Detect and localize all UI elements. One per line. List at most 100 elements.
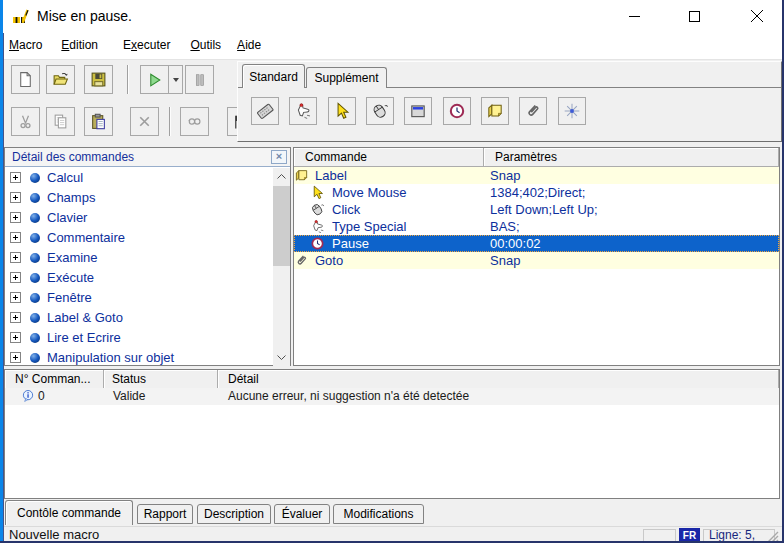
mouse-icon [371,102,389,120]
play-icon[interactable] [141,66,168,93]
column-header-parametres[interactable]: Paramètres [484,148,779,167]
column-header-status[interactable]: Status [104,370,218,389]
menubar: Macro Edition Executer Outils Aide [3,32,782,59]
menu-outils[interactable]: Outils [190,32,221,58]
label-note-icon [486,102,504,120]
copy-button[interactable] [46,107,75,136]
validation-panel: N° Comman... Status Détail 0ValideAucune… [4,369,780,499]
paperclip-icon [294,253,309,271]
run-dropdown-button[interactable] [168,66,182,93]
column-header-detail[interactable]: Détail [218,370,779,389]
scroll-down-arrow[interactable] [273,349,290,366]
column-header-num[interactable]: N° Comman... [5,370,104,389]
close-button[interactable] [734,0,780,32]
menu-aide[interactable]: Aide [237,32,261,58]
tree-item[interactable]: Examine [5,248,273,268]
menu-edition[interactable]: Edition [61,32,98,58]
tree-item[interactable]: Calcul [5,168,273,188]
open-folder-icon [52,71,69,88]
panel-close-button[interactable]: × [271,150,287,164]
command-row[interactable]: LabelSnap [294,167,779,184]
command-row[interactable]: Move Mouse1384;402;Direct; [294,184,779,201]
toolbar-separator [169,107,171,136]
open-macro-button[interactable] [46,65,75,94]
cursor-arrow-icon [333,102,351,120]
expand-icon[interactable] [10,292,21,303]
bullet-icon [30,273,40,283]
click-button[interactable] [366,97,394,125]
expand-icon[interactable] [10,312,21,323]
info-icon [21,389,35,406]
command-row[interactable]: ClickLeft Down;Left Up; [294,201,779,218]
bullet-icon [30,353,40,363]
type-special-button[interactable] [289,97,317,125]
copy-pages-icon [52,113,69,130]
expand-icon[interactable] [10,252,21,263]
label-cmd-button[interactable] [481,97,509,125]
expand-icon[interactable] [10,192,21,203]
command-row[interactable]: GotoSnap [294,252,779,269]
bottom-tab-rapport[interactable]: Rapport [137,504,193,524]
new-macro-button[interactable] [11,65,40,94]
run-macro-button[interactable] [140,65,183,94]
command-row[interactable]: Type SpecialBAS; [294,218,779,235]
tree-item[interactable]: Lire et Ecrire [5,328,273,348]
window-cmd-button[interactable] [404,97,432,125]
scroll-up-arrow[interactable] [273,168,290,185]
app-icon [13,8,31,24]
panel-title: Détail des commandes [12,150,134,164]
tree-item[interactable]: Champs [5,188,273,208]
toolbar-separator [127,65,129,94]
expand-icon[interactable] [10,172,21,183]
tab-standard[interactable]: Standard [242,64,305,88]
command-row[interactable]: Pause00:00:02 [294,235,779,252]
column-header-commande[interactable]: Commande [294,148,484,167]
type-hand-icon [294,102,312,120]
bottom-tab-description[interactable]: Description [197,504,271,524]
link-button[interactable] [180,107,209,136]
type-text-button[interactable] [251,97,279,125]
bottom-tab-cont-le-commande[interactable]: Contôle commande [5,500,133,525]
goto-cmd-button[interactable] [519,97,547,125]
bullet-icon [30,173,40,183]
move-mouse-button[interactable] [328,97,356,125]
tree-item[interactable]: Manipulation sur objet [5,348,273,366]
save-macro-button[interactable] [84,65,113,94]
expand-icon[interactable] [10,272,21,283]
tree-item[interactable]: Label & Goto [5,308,273,328]
paperclip-icon [524,102,542,120]
command-tab-panel: StandardSupplément [237,61,782,142]
validation-row[interactable]: 0ValideAucune erreur, ni suggestion n'a … [5,388,779,405]
tree-item[interactable]: Clavier [5,208,273,228]
delete-x-icon [136,113,153,130]
pause-cmd-button[interactable] [443,97,471,125]
window-icon [409,102,427,120]
tree-item[interactable]: Fenêtre [5,288,273,308]
expand-icon[interactable] [10,232,21,243]
minimize-button[interactable] [611,0,657,32]
expand-icon[interactable] [10,352,21,363]
tab-supplément[interactable]: Supplément [306,67,387,88]
bottom-tab--valuer[interactable]: Évaluer [274,504,330,524]
command-tree: CalculChampsClavierCommentaireExamineExé… [5,168,273,366]
expand-icon[interactable] [10,332,21,343]
paste-button[interactable] [84,107,113,136]
tree-scrollbar[interactable] [273,168,290,366]
bottom-tab-modifications[interactable]: Modifications [333,504,424,524]
bullet-icon [30,253,40,263]
menu-macro[interactable]: Macro [9,32,42,58]
delete-button[interactable] [130,107,159,136]
misc-cmd-button[interactable] [558,97,586,125]
bullet-icon [30,213,40,223]
bullet-icon [30,333,40,343]
menu-executer[interactable]: Executer [123,32,170,58]
application-window: Mise en pause. MacroEditionExecuterOutil… [0,0,784,543]
scrollbar-thumb[interactable] [273,186,290,266]
expand-icon[interactable] [10,212,21,223]
pause-macro-button[interactable] [185,65,214,94]
tree-item[interactable]: Commentaire [5,228,273,248]
panel-header: Détail des commandes × [5,148,290,167]
cut-button[interactable] [11,107,40,136]
maximize-button[interactable] [671,0,717,32]
tree-item[interactable]: Exécute [5,268,273,288]
